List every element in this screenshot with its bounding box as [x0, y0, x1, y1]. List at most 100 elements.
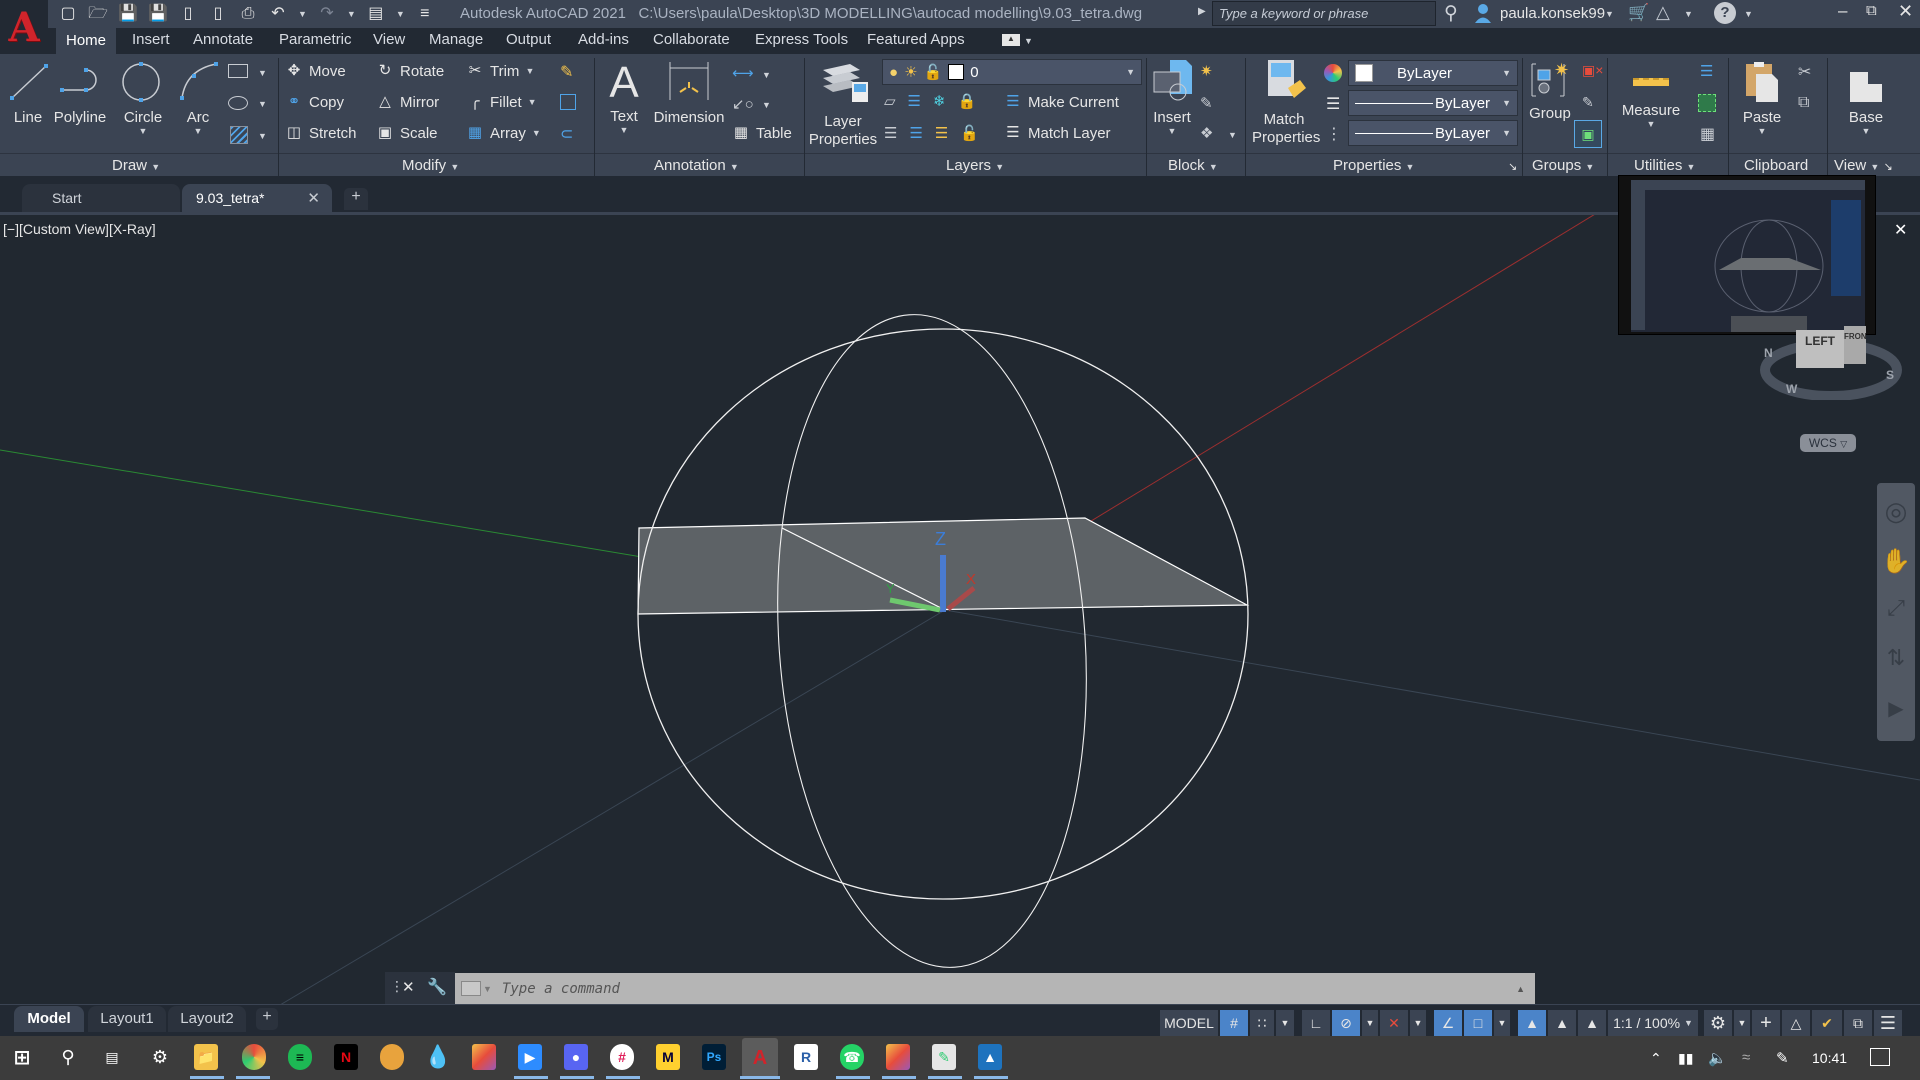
- steering-wheel-icon[interactable]: ◎: [1877, 483, 1915, 539]
- close-button[interactable]: ✕: [1898, 1, 1913, 22]
- group-selection-toggle[interactable]: ▣: [1574, 120, 1602, 148]
- annotation-visibility-icon[interactable]: ▲: [1518, 1010, 1546, 1036]
- select-all-icon[interactable]: [1698, 94, 1716, 112]
- dimension-button[interactable]: Dimension: [652, 60, 726, 130]
- save-icon[interactable]: 💾: [118, 5, 138, 23]
- app-drop-icon[interactable]: 💧: [424, 1044, 451, 1070]
- file-explorer-icon[interactable]: 📁: [194, 1044, 218, 1070]
- erase-icon[interactable]: ✎: [560, 62, 573, 82]
- rectangle-dropdown-icon[interactable]: ▼: [258, 68, 267, 78]
- annotation-scale-dropdown[interactable]: 1:1 / 100% ▼: [1608, 1010, 1698, 1036]
- help-dropdown-icon[interactable]: ▼: [1744, 9, 1753, 19]
- ribbon-minimize-icon[interactable]: ▲: [1002, 34, 1020, 46]
- notepad-app-icon[interactable]: ✎: [932, 1044, 956, 1070]
- wifi-icon[interactable]: ≈: [1742, 1049, 1750, 1066]
- circle-button[interactable]: Circle ▼: [118, 60, 168, 136]
- undo-dropdown-icon[interactable]: ▼: [298, 9, 307, 19]
- tab-manage[interactable]: Manage: [429, 31, 483, 48]
- stretch-button[interactable]: ◫ Stretch: [285, 124, 357, 142]
- layer-unlock-tool-icon[interactable]: 🔓: [960, 124, 979, 142]
- viewcube-face-front[interactable]: FRONT: [1844, 326, 1866, 364]
- new-tab-button[interactable]: +: [344, 188, 368, 210]
- paste-button[interactable]: Paste ▼: [1738, 60, 1786, 140]
- pen-workspace-icon[interactable]: ✎: [1776, 1049, 1789, 1067]
- miro-icon[interactable]: M: [656, 1044, 680, 1070]
- photos-icon[interactable]: ▲: [978, 1044, 1002, 1070]
- ribbon-minimize-dropdown-icon[interactable]: ▼: [1024, 36, 1033, 46]
- zoom-icon[interactable]: ▶: [518, 1044, 542, 1070]
- settings-icon[interactable]: ⚙: [148, 1044, 172, 1070]
- workspace-switch-icon[interactable]: ⚙: [1704, 1010, 1732, 1036]
- windows-start-icon[interactable]: ⊞: [10, 1044, 34, 1070]
- paste-dropdown-icon[interactable]: ▼: [1738, 126, 1786, 136]
- zoom-extents-icon[interactable]: ⤢: [1877, 583, 1915, 633]
- tab-insert[interactable]: Insert: [132, 31, 170, 48]
- layer-off-icon[interactable]: ▱: [884, 92, 896, 110]
- copy-button[interactable]: ⚭ Copy: [285, 93, 344, 111]
- properties-launcher-icon[interactable]: ↘: [1508, 160, 1517, 173]
- text-dropdown-icon[interactable]: ▼: [604, 125, 644, 135]
- array-dropdown-icon[interactable]: ▼: [532, 128, 541, 138]
- isometric-dropdown-icon[interactable]: ▼: [1410, 1010, 1426, 1036]
- measure-button[interactable]: Measure ▼: [1618, 62, 1684, 138]
- hatch-dropdown-icon[interactable]: ▼: [258, 131, 267, 141]
- add-layout-button[interactable]: +: [256, 1008, 278, 1030]
- creative-cloud-2-icon[interactable]: [886, 1044, 910, 1070]
- ungroup-icon[interactable]: ▣×: [1582, 62, 1603, 79]
- search-expand-icon[interactable]: ▶: [1198, 6, 1206, 17]
- clock[interactable]: 10:41: [1812, 1050, 1847, 1066]
- arc-dropdown-icon[interactable]: ▼: [176, 126, 220, 136]
- layer-isolate-icon[interactable]: ☰: [908, 92, 921, 110]
- base-dropdown-icon[interactable]: ▼: [1836, 126, 1896, 136]
- move-button[interactable]: ✥ Move: [285, 62, 346, 80]
- pan-icon[interactable]: ✋: [1877, 539, 1915, 583]
- task-view-icon[interactable]: ▤: [100, 1044, 124, 1070]
- cut-icon[interactable]: ✂: [1798, 62, 1811, 82]
- compass-south[interactable]: S: [1886, 368, 1894, 382]
- tab-output[interactable]: Output: [506, 31, 551, 48]
- object-snap-icon[interactable]: □: [1464, 1010, 1492, 1036]
- arc-button[interactable]: Arc ▼: [176, 60, 220, 136]
- snap-dropdown-icon[interactable]: ▼: [1276, 1010, 1294, 1036]
- slack-icon[interactable]: #: [610, 1044, 634, 1070]
- help-search-input[interactable]: Type a keyword or phrase: [1212, 1, 1436, 26]
- trim-button[interactable]: ✂ Trim ▼: [466, 62, 535, 80]
- layer-thaw-all-icon[interactable]: ☰: [935, 124, 948, 142]
- annotation-monitor-icon[interactable]: +: [1752, 1010, 1780, 1036]
- layout-tab-layout2[interactable]: Layout2: [168, 1006, 246, 1032]
- wcs-menu-button[interactable]: WCS ▽: [1800, 434, 1856, 452]
- app-circle-icon[interactable]: [380, 1044, 404, 1070]
- panel-title-groups[interactable]: Groups ▼: [1532, 157, 1594, 174]
- autodesk-app-icon[interactable]: △: [1656, 2, 1670, 23]
- plot-icon[interactable]: ⎙: [238, 5, 258, 23]
- quick-properties-icon[interactable]: ✔: [1812, 1010, 1842, 1036]
- showmotion-icon[interactable]: ▶: [1877, 683, 1915, 733]
- fillet-button[interactable]: ╭ Fillet ▼: [466, 93, 536, 111]
- user-dropdown-icon[interactable]: ▼: [1605, 9, 1614, 19]
- mirror-button[interactable]: △ Mirror: [376, 93, 439, 111]
- text-button[interactable]: A Text ▼: [604, 58, 644, 138]
- open-icon[interactable]: 🗁: [88, 5, 108, 23]
- layer-unisolate-icon[interactable]: ☰: [909, 124, 922, 142]
- chrome-icon[interactable]: [242, 1044, 266, 1070]
- notifications-icon[interactable]: [1870, 1048, 1890, 1066]
- orbit-icon[interactable]: ⇅: [1877, 633, 1915, 683]
- photoshop-icon[interactable]: Ps: [702, 1044, 726, 1070]
- ellipse-dropdown-icon[interactable]: ▼: [258, 99, 267, 109]
- close-command-line-icon[interactable]: ✕: [402, 978, 415, 996]
- customize-status-bar-icon[interactable]: ☰: [1874, 1010, 1902, 1036]
- creative-cloud-icon[interactable]: [472, 1044, 496, 1070]
- trim-dropdown-icon[interactable]: ▼: [525, 66, 534, 76]
- snap-mode-icon[interactable]: ∷: [1250, 1010, 1274, 1036]
- copy-clip-icon[interactable]: ⧉: [1798, 94, 1809, 112]
- tab-featured-apps[interactable]: Featured Apps: [867, 31, 965, 48]
- ortho-mode-icon[interactable]: ∟: [1302, 1010, 1330, 1036]
- tab-add-ins[interactable]: Add-ins: [578, 31, 629, 48]
- group-edit-icon[interactable]: ✎: [1582, 94, 1594, 111]
- insert-block-button[interactable]: Insert ▼: [1150, 58, 1194, 142]
- explode-icon[interactable]: [560, 94, 576, 110]
- tab-parametric[interactable]: Parametric: [279, 31, 352, 48]
- open-from-web-icon[interactable]: ▯: [178, 5, 198, 23]
- tab-annotate[interactable]: Annotate: [193, 31, 253, 48]
- command-line-expand-icon[interactable]: ▲: [1516, 984, 1525, 994]
